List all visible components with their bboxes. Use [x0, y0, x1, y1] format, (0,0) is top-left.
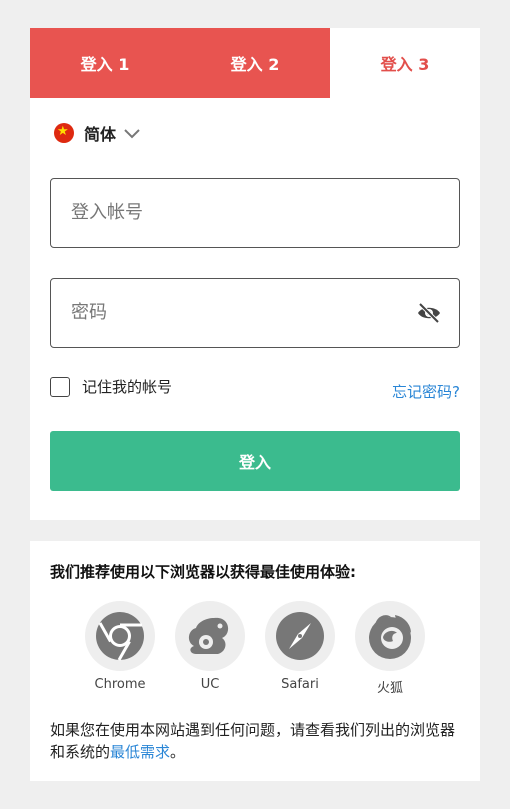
remember-label: 记住我的帐号 [82, 378, 173, 396]
eye-slash-icon[interactable] [417, 302, 441, 324]
help-text: 如果您在使用本网站遇到任何问题，请查看我们列出的浏览器和系统的最低需求。 [50, 719, 462, 763]
chevron-down-icon [124, 124, 140, 143]
login-card: 登入 1 登入 2 登入 3 ★ 简体 登入帐号 密码 记住我的帐号 忘记密码?… [30, 28, 480, 520]
remember-checkbox[interactable] [50, 376, 70, 397]
remember-account[interactable]: 记住我的帐号 [50, 376, 172, 397]
uc-browser-icon [175, 601, 245, 671]
browser-firefox[interactable]: 火狐 [355, 601, 425, 696]
browser-name: 火狐 [376, 681, 403, 696]
safari-icon [265, 601, 335, 671]
login-tabs: 登入 1 登入 2 登入 3 [30, 28, 480, 98]
password-placeholder: 密码 [71, 302, 107, 323]
browser-recommendation-card: 我们推荐使用以下浏览器以获得最佳使用体验: Chrome UC Safari 火… [30, 541, 480, 781]
chrome-icon [85, 601, 155, 671]
browser-chrome[interactable]: Chrome [85, 601, 155, 692]
forgot-password-link[interactable]: 忘记密码? [392, 381, 460, 402]
browser-name: Safari [281, 677, 319, 692]
account-placeholder: 登入帐号 [71, 202, 143, 223]
tab-login-3[interactable]: 登入 3 [330, 28, 480, 98]
language-label: 简体 [84, 125, 117, 144]
language-selector[interactable]: ★ 简体 [54, 122, 140, 144]
firefox-icon [355, 601, 425, 671]
china-flag-icon: ★ [54, 123, 74, 143]
minimum-requirements-link[interactable]: 最低需求 [110, 743, 170, 761]
tab-login-2[interactable]: 登入 2 [180, 28, 330, 98]
browser-uc[interactable]: UC [175, 601, 245, 692]
password-input[interactable]: 密码 [50, 278, 460, 348]
tab-login-1[interactable]: 登入 1 [30, 28, 180, 98]
browser-name: Chrome [94, 677, 146, 692]
browser-safari[interactable]: Safari [265, 601, 335, 692]
login-button[interactable]: 登入 [50, 431, 460, 491]
account-input[interactable]: 登入帐号 [50, 178, 460, 248]
help-text-end: 。 [170, 743, 186, 761]
browser-name: UC [200, 677, 220, 692]
recommendation-title: 我们推荐使用以下浏览器以获得最佳使用体验: [50, 563, 357, 581]
